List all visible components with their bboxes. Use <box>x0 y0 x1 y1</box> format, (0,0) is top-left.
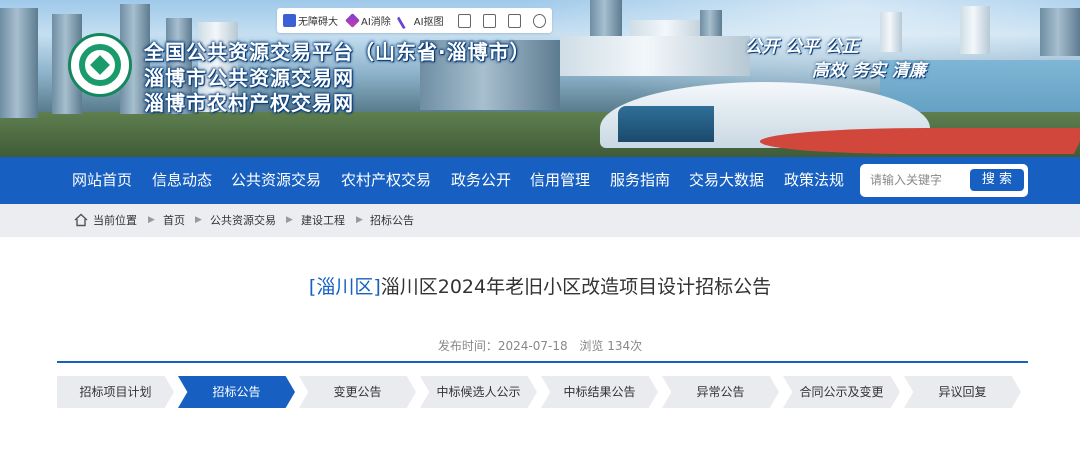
zoom-tool-label: 无障碍大 <box>298 17 338 28</box>
title-divider <box>57 361 1028 363</box>
building-graphic <box>960 6 990 54</box>
download-icon[interactable] <box>507 13 521 28</box>
search-box: 搜 索 <box>860 164 1028 197</box>
site-title-line3: 淄博市农村产权交易网 <box>144 91 354 115</box>
site-title-line1: 全国公共资源交易平台（山东省·淄博市） <box>144 40 531 64</box>
building-graphic <box>880 12 902 52</box>
tab-objection-reply[interactable]: 异议回复 <box>904 376 1021 408</box>
breadcrumb-public-resource[interactable]: 公共资源交易 <box>210 204 276 237</box>
breadcrumb-separator-icon: ▶ <box>286 215 293 225</box>
building-graphic <box>0 8 38 118</box>
main-nav: 网站首页 信息动态 公共资源交易 农村产权交易 政务公开 信用管理 服务指南 交… <box>0 157 1080 204</box>
view-count: 浏览 134次 <box>579 339 643 353</box>
breadcrumb-separator-icon: ▶ <box>356 215 363 225</box>
browser-tools-bar: 无障碍大 AI消除 AI抠图 <box>277 8 552 33</box>
crop-icon[interactable] <box>482 13 496 28</box>
cutout-icon <box>396 11 415 30</box>
ai-erase-label: AI消除 <box>361 17 391 28</box>
slogan-line1: 公开 公平 公正 <box>745 37 859 57</box>
nav-item-big-data[interactable]: 交易大数据 <box>689 157 764 204</box>
nav-item-gov-affairs[interactable]: 政务公开 <box>451 157 511 204</box>
nav-item-rural-property[interactable]: 农村产权交易 <box>341 157 431 204</box>
ai-cutout-label: AI抠图 <box>413 17 444 28</box>
nav-item-service-guide[interactable]: 服务指南 <box>610 157 670 204</box>
tab-contract-publicity[interactable]: 合同公示及变更 <box>783 376 900 408</box>
article-region-tag[interactable]: [淄川区] <box>309 276 381 298</box>
zoom-tool-button[interactable]: 无障碍大 <box>283 13 338 28</box>
slogan-line2: 高效 务实 清廉 <box>812 61 926 81</box>
article-meta: 发布时间：2024-07-18 浏览 134次 <box>0 337 1080 354</box>
building-graphic <box>560 36 750 76</box>
breadcrumb: 当前位置 ▶ 首页 ▶ 公共资源交易 ▶ 建设工程 ▶ 招标公告 <box>0 204 1080 237</box>
breadcrumb-separator-icon: ▶ <box>195 215 202 225</box>
zoom-icon <box>283 14 296 27</box>
nav-item-news[interactable]: 信息动态 <box>152 157 212 204</box>
search-input[interactable] <box>870 170 962 190</box>
nav-item-home[interactable]: 网站首页 <box>72 157 132 204</box>
article-title: [淄川区]淄川区2024年老旧小区改造项目设计招标公告 <box>0 272 1080 299</box>
search-button[interactable]: 搜 索 <box>970 169 1024 191</box>
home-icon <box>74 213 88 227</box>
site-title-line2: 淄博市公共资源交易网 <box>144 66 354 90</box>
running-track-graphic <box>753 128 1080 154</box>
breadcrumb-current-label: 当前位置 <box>93 214 137 227</box>
tab-change-notice[interactable]: 变更公告 <box>299 376 416 408</box>
ai-erase-button[interactable]: AI消除 <box>345 13 391 28</box>
article-title-text: 淄川区2024年老旧小区改造项目设计招标公告 <box>380 276 772 298</box>
screenshot-icon[interactable] <box>457 13 471 28</box>
tab-candidate-publicity[interactable]: 中标候选人公示 <box>420 376 537 408</box>
tab-tender-plan[interactable]: 招标项目计划 <box>57 376 174 408</box>
breadcrumb-construction[interactable]: 建设工程 <box>301 204 345 237</box>
breadcrumb-home[interactable]: 首页 <box>163 204 185 237</box>
nav-item-credit[interactable]: 信用管理 <box>530 157 590 204</box>
breadcrumb-separator-icon: ▶ <box>148 215 155 225</box>
tab-tender-notice[interactable]: 招标公告 <box>178 376 295 408</box>
publish-date: 发布时间：2024-07-18 <box>437 339 568 353</box>
breadcrumb-tender-notice[interactable]: 招标公告 <box>370 204 414 237</box>
tab-winning-result[interactable]: 中标结果公告 <box>541 376 658 408</box>
tab-abnormal-notice[interactable]: 异常公告 <box>662 376 779 408</box>
eraser-icon <box>345 13 360 28</box>
ai-cutout-button[interactable]: AI抠图 <box>396 11 444 30</box>
header-banner: 全国公共资源交易平台（山东省·淄博市） 淄博市公共资源交易网 淄博市农村产权交易… <box>0 0 1080 157</box>
settings-icon[interactable] <box>532 13 546 28</box>
nav-item-public-resource[interactable]: 公共资源交易 <box>231 157 321 204</box>
building-graphic <box>1040 8 1080 56</box>
nav-item-policy[interactable]: 政策法规 <box>784 157 844 204</box>
site-logo[interactable] <box>68 33 132 97</box>
